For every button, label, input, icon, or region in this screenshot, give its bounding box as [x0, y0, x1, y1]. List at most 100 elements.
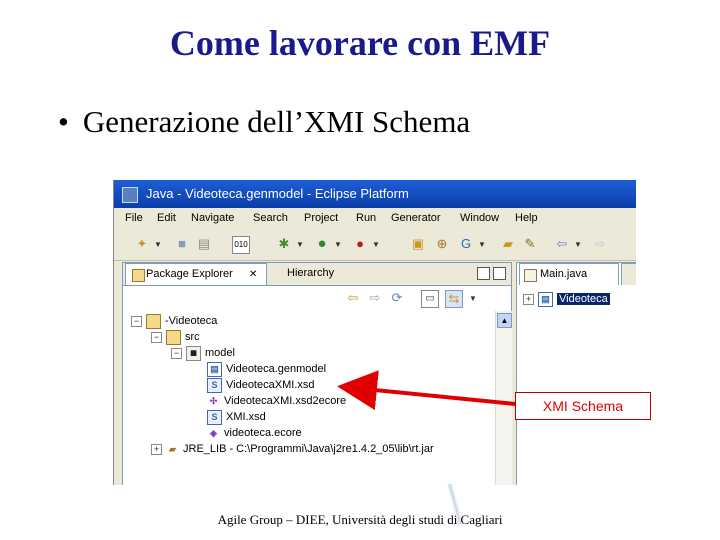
bullet-item: • Generazione dell’XMI Schema [58, 104, 470, 140]
tree-item-label: Videoteca.genmodel [226, 363, 327, 375]
open-type-icon[interactable]: ▰ [500, 236, 516, 252]
bullet-dot: • [58, 104, 69, 139]
package-tree: − -Videoteca − src − ▦ model ▤ Videoteca.genm… [123, 311, 493, 485]
print-icon[interactable]: ▤ [196, 236, 212, 252]
package-explorer-icon [132, 269, 145, 282]
back-dropdown-icon[interactable]: ▼ [574, 240, 582, 249]
new-wizard-icon[interactable]: ✦ [134, 236, 150, 252]
eclipse-window-icon [122, 187, 138, 203]
tab-main-java[interactable]: Main.java [519, 263, 619, 285]
view-toolbar: ⇦ ⇨ ⟳ ▭ ⇆ ▼ [123, 286, 511, 310]
vertical-scrollbar[interactable]: ▲ [495, 311, 512, 485]
slide-title: Come lavorare con EMF [169, 23, 551, 63]
window-title: Java - Videoteca.genmodel - Eclipse Plat… [146, 186, 409, 201]
menu-generator[interactable]: Generator [391, 208, 441, 228]
search-icon[interactable]: ✎ [522, 236, 538, 252]
menu-edit[interactable]: Edit [157, 208, 176, 228]
tree-item-src[interactable]: − src [151, 329, 200, 345]
xsd2ecore-icon: ✣ [209, 395, 218, 406]
menu-navigate[interactable]: Navigate [191, 208, 234, 228]
tree-item-label: JRE_LIB - C:\Programmi\Java\j2re1.4.2_05… [183, 443, 434, 455]
collapse-all-icon[interactable]: ▭ [421, 290, 439, 308]
editor-tree-item-label: Videoteca [557, 293, 610, 305]
run-dropdown-icon[interactable]: ▼ [334, 240, 342, 249]
new-class-dropdown-icon[interactable]: ▼ [478, 240, 486, 249]
tree-item-label: XMI.xsd [226, 411, 266, 423]
new-wizard-dropdown-icon[interactable]: ▼ [154, 240, 162, 249]
xsd-file-icon: S [207, 409, 222, 425]
menu-help[interactable]: Help [515, 208, 538, 228]
menu-file[interactable]: File [125, 208, 143, 228]
scroll-up-icon[interactable]: ▲ [497, 313, 512, 328]
forward-icon[interactable]: ⇨ [592, 236, 608, 252]
project-icon [146, 313, 161, 329]
eclipse-screenshot: Java - Videoteca.genmodel - Eclipse Plat… [113, 180, 636, 485]
xsd-file-icon: S [207, 377, 222, 393]
tree-item-xsd2ecore[interactable]: ✣ VideotecaXMI.xsd2ecore [207, 393, 346, 409]
collapse-icon[interactable]: − [151, 331, 162, 343]
tree-item-label: -Videoteca [165, 315, 218, 327]
tree-item-label: VideotecaXMI.xsd [226, 379, 315, 391]
tree-item-xsd[interactable]: S VideotecaXMI.xsd [207, 377, 314, 393]
menu-run[interactable]: Run [356, 208, 376, 228]
editor-tree-item[interactable]: + ▤ Videoteca [523, 291, 610, 307]
tree-item-ecore[interactable]: ◈ videoteca.ecore [207, 425, 302, 441]
tree-item-project[interactable]: − -Videoteca [131, 313, 217, 329]
tree-item-jre-lib[interactable]: + ▰ JRE_LIB - C:\Programmi\Java\j2re1.4.2_… [151, 441, 434, 457]
new-java-project-icon[interactable]: ▣ [410, 236, 426, 252]
tab-package-explorer-label: Package Explorer [146, 268, 233, 280]
view-back-icon[interactable]: ⇦ [345, 290, 361, 306]
package-icon: ▦ [186, 345, 201, 361]
collapse-icon[interactable]: − [131, 315, 142, 327]
tab-main-java-label: Main.java [540, 268, 588, 280]
editor-area: Main.java + ▤ Videoteca [516, 262, 636, 485]
new-package-icon[interactable]: ⊕ [434, 236, 450, 252]
jar-icon: ▰ [169, 443, 176, 454]
maximize-view-button[interactable] [493, 267, 506, 280]
tree-item-label: src [185, 331, 200, 343]
debug-icon[interactable]: ✱ [276, 236, 292, 252]
java-file-icon [524, 269, 537, 282]
minimize-view-button[interactable] [477, 267, 490, 280]
collapse-icon[interactable]: − [171, 347, 182, 359]
main-toolbar: ✦ ▼ ■ ▤ 010 ✱ ▼ ● ▼ ● ▼ ▣ ⊕ G ▼ ▰ ✎ ⇦ ▼ … [114, 228, 636, 261]
save-icon[interactable]: ■ [174, 236, 190, 252]
bullet-text: Generazione dell’XMI Schema [82, 104, 471, 139]
close-icon[interactable]: ✕ [249, 264, 257, 285]
window-titlebar[interactable]: Java - Videoteca.genmodel - Eclipse Plat… [114, 180, 636, 208]
package-explorer-view: Package Explorer ✕ Hierarchy ⇦ ⇨ ⟳ ▭ ⇆ ▼… [122, 262, 512, 485]
slide-footer: Agile Group – DIEE, Università degli stu… [217, 512, 503, 527]
debug-dropdown-icon[interactable]: ▼ [296, 240, 304, 249]
tab-genmodel-editor[interactable] [621, 263, 636, 285]
view-up-icon[interactable]: ⟳ [389, 290, 405, 306]
view-forward-icon[interactable]: ⇨ [367, 290, 383, 306]
xmi-schema-callout: XMI Schema [515, 392, 651, 420]
tab-hierarchy[interactable]: Hierarchy [287, 263, 334, 284]
menu-window[interactable]: Window [460, 208, 499, 228]
new-class-icon[interactable]: G [458, 236, 474, 252]
run-icon[interactable]: ● [314, 236, 330, 252]
view-tab-bar: Package Explorer ✕ Hierarchy [123, 263, 511, 286]
external-tools-icon[interactable]: ● [352, 236, 368, 252]
tree-item-label: VideotecaXMI.xsd2ecore [224, 395, 347, 407]
binary-icon[interactable]: 010 [232, 236, 250, 254]
tree-item-xmi-xsd[interactable]: S XMI.xsd [207, 409, 266, 425]
external-tools-dropdown-icon[interactable]: ▼ [372, 240, 380, 249]
menu-bar: File Edit Navigate Search Project Run Ge… [114, 208, 636, 228]
source-folder-icon [166, 329, 181, 345]
tree-item-genmodel[interactable]: ▤ Videoteca.genmodel [207, 361, 326, 377]
ecore-file-icon: ◈ [210, 427, 217, 438]
tree-item-label: videoteca.ecore [224, 427, 302, 439]
menu-search[interactable]: Search [253, 208, 288, 228]
tree-item-label: model [205, 347, 235, 359]
tab-package-explorer[interactable]: Package Explorer ✕ [125, 263, 267, 285]
link-with-editor-icon[interactable]: ⇆ [445, 290, 463, 308]
genmodel-icon: ▤ [207, 361, 222, 377]
genmodel-icon: ▤ [538, 291, 553, 307]
expand-icon[interactable]: + [523, 293, 534, 305]
view-menu-icon[interactable]: ▼ [469, 294, 477, 303]
menu-project[interactable]: Project [304, 208, 338, 228]
expand-icon[interactable]: + [151, 443, 162, 455]
tree-item-model[interactable]: − ▦ model [171, 345, 235, 361]
back-icon[interactable]: ⇦ [554, 236, 570, 252]
